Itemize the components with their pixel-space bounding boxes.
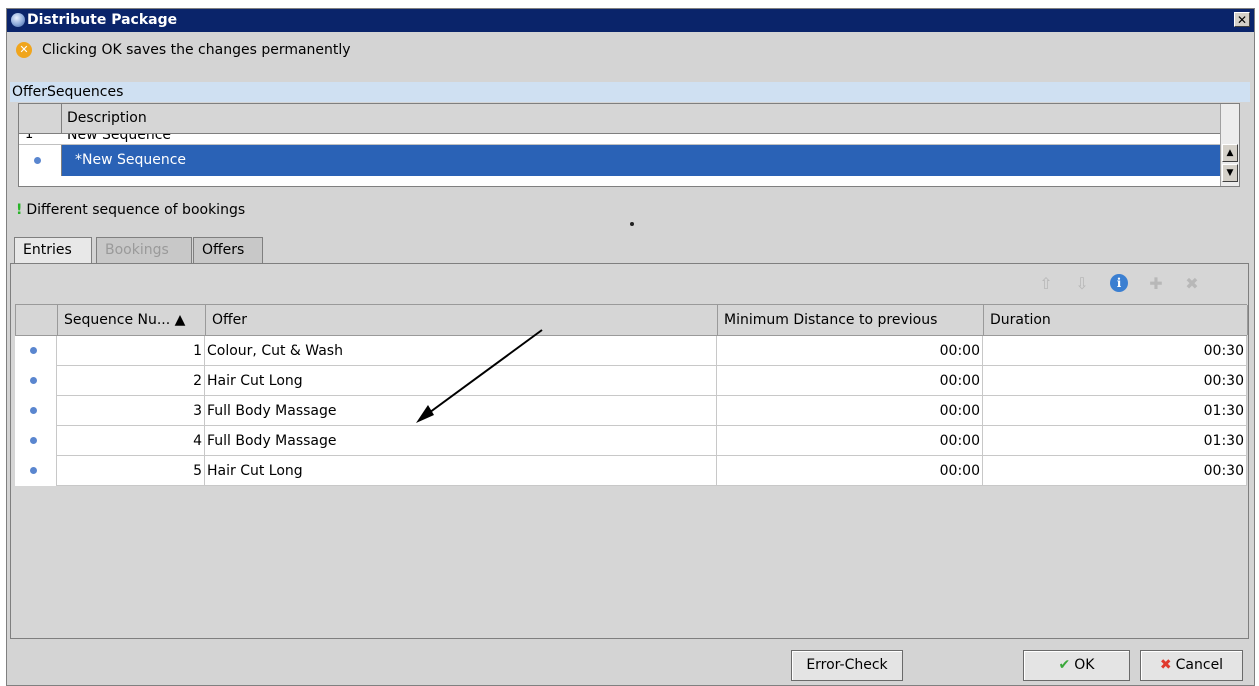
row-dot-icon: [30, 407, 37, 414]
cell-duration: 01:30: [983, 396, 1247, 426]
table-row-selected[interactable]: *New Sequence: [19, 145, 1220, 176]
cell-min-distance: 00:00: [717, 426, 983, 456]
cell-offer: Colour, Cut & Wash: [205, 336, 717, 366]
row-description: New Sequence: [67, 134, 172, 143]
cell-duration: 00:30: [983, 456, 1247, 486]
add-icon[interactable]: ✚: [1146, 274, 1166, 294]
close-button[interactable]: ✕: [1234, 12, 1250, 27]
ok-button-label: OK: [1074, 657, 1095, 673]
row-index: 1: [25, 134, 34, 142]
row-description: *New Sequence: [75, 152, 187, 168]
cell-sequence-number: 5: [57, 456, 205, 486]
cell-min-distance: 00:00: [717, 366, 983, 396]
row-dot-icon: [30, 347, 37, 354]
entries-panel: ⇧ ⇩ i ✚ ✖ Sequence Nu... ▲ Offer Minimum…: [10, 263, 1249, 639]
table-row[interactable]: 3 Full Body Massage 00:00 01:30: [15, 396, 1247, 426]
cell-offer: Hair Cut Long: [205, 366, 717, 396]
sequence-warning-text: Different sequence of bookings: [26, 202, 246, 218]
error-check-button[interactable]: Error-Check: [791, 650, 903, 681]
cell-duration: 00:30: [983, 336, 1247, 366]
offer-sequences-table: Description 1 New Sequence *New Sequence…: [18, 103, 1240, 187]
row-dot-icon: [30, 467, 37, 474]
entries-table-header: Sequence Nu... ▲ Offer Minimum Distance …: [15, 304, 1248, 336]
tab-entries[interactable]: Entries: [14, 237, 92, 265]
cell-duration: 00:30: [983, 366, 1247, 396]
title-bar[interactable]: Distribute Package ✕: [7, 9, 1254, 32]
arrow-up-icon[interactable]: ⇧: [1036, 274, 1056, 294]
column-header-minimum-distance[interactable]: Minimum Distance to previous: [718, 305, 984, 335]
tab-offers[interactable]: Offers: [193, 237, 263, 263]
info-text: Clicking OK saves the changes permanentl…: [42, 42, 351, 58]
row-dot-icon: [34, 157, 41, 164]
row-marker: [15, 426, 57, 456]
column-header-duration[interactable]: Duration: [984, 305, 1248, 335]
scroll-up-button[interactable]: ▲: [1222, 144, 1238, 162]
row-dot-icon: [30, 377, 37, 384]
ok-button[interactable]: ✔ OK: [1023, 650, 1130, 681]
cell-offer: Full Body Massage: [205, 426, 717, 456]
exclamation-icon: !: [16, 202, 23, 218]
dialog-button-bar: Error-Check ✔ OK ✖ Cancel: [0, 650, 1249, 681]
offer-sequences-table-header: Description: [19, 104, 1220, 134]
cross-icon: ✖: [1159, 657, 1172, 673]
checkmark-icon: ✔: [1058, 657, 1071, 673]
mouse-cursor-icon: [630, 222, 634, 226]
scroll-down-button[interactable]: ▼: [1222, 164, 1238, 182]
cell-offer: Hair Cut Long: [205, 456, 717, 486]
offer-sequences-header: OfferSequences: [10, 82, 1250, 102]
row-marker: [15, 336, 57, 366]
row-marker: [15, 366, 57, 396]
row-dot-icon: [30, 437, 37, 444]
entries-table: Sequence Nu... ▲ Offer Minimum Distance …: [15, 304, 1248, 634]
vertical-scrollbar[interactable]: ▲ ▼: [1220, 104, 1239, 186]
cell-min-distance: 00:00: [717, 336, 983, 366]
cancel-button-label: Cancel: [1175, 657, 1224, 673]
row-header-corner: [16, 305, 58, 335]
cell-sequence-number: 2: [57, 366, 205, 396]
table-row[interactable]: 2 Hair Cut Long 00:00 00:30: [15, 366, 1247, 396]
window-title: Distribute Package: [27, 12, 178, 28]
table-row[interactable]: 4 Full Body Massage 00:00 01:30: [15, 426, 1247, 456]
entries-toolbar: ⇧ ⇩ i ✚ ✖: [1036, 274, 1236, 294]
row-marker: [19, 145, 62, 176]
cancel-button[interactable]: ✖ Cancel: [1140, 650, 1243, 681]
cell-offer: Full Body Massage: [205, 396, 717, 426]
warning-icon: ✕: [16, 42, 32, 58]
tab-bookings[interactable]: Bookings: [96, 237, 192, 263]
column-header-description[interactable]: Description: [67, 110, 147, 126]
arrow-down-icon[interactable]: ⇩: [1072, 274, 1092, 294]
delete-icon[interactable]: ✖: [1182, 274, 1202, 294]
cell-sequence-number: 4: [57, 426, 205, 456]
column-header-offer[interactable]: Offer: [206, 305, 718, 335]
sequence-warning: ! Different sequence of bookings: [16, 202, 245, 218]
row-marker: [15, 456, 57, 486]
cell-sequence-number: 1: [57, 336, 205, 366]
info-icon[interactable]: i: [1110, 274, 1128, 292]
cell-min-distance: 00:00: [717, 396, 983, 426]
app-icon: [11, 13, 25, 27]
table-row[interactable]: 1 Colour, Cut & Wash 00:00 00:30: [15, 336, 1247, 366]
table-row[interactable]: 5 Hair Cut Long 00:00 00:30: [15, 456, 1247, 486]
table-row[interactable]: 1 New Sequence: [19, 134, 1220, 145]
cell-duration: 01:30: [983, 426, 1247, 456]
cell-sequence-number: 3: [57, 396, 205, 426]
row-header-corner: [19, 104, 62, 133]
column-header-sequence-number[interactable]: Sequence Nu... ▲: [58, 305, 206, 335]
row-marker: [15, 396, 57, 426]
cell-min-distance: 00:00: [717, 456, 983, 486]
